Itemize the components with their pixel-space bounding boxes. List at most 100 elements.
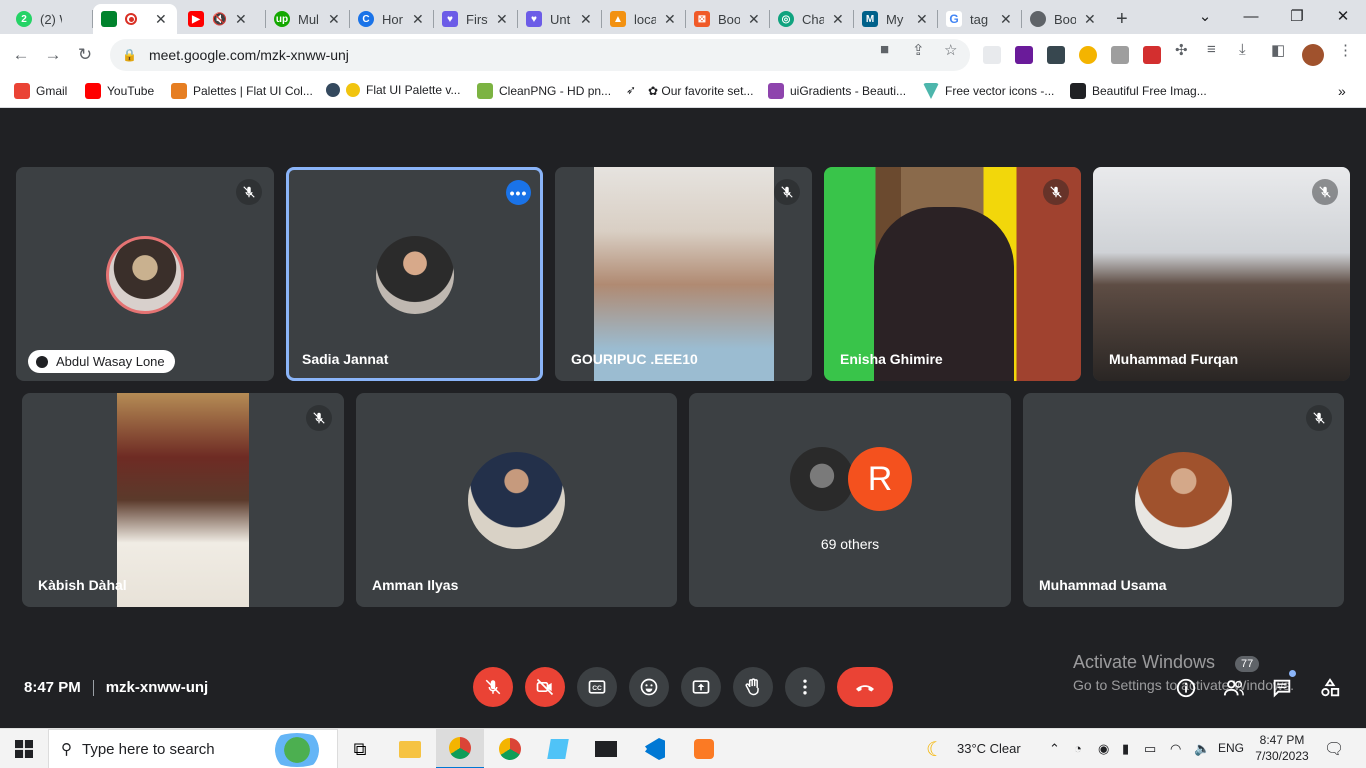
bookmark-cleanpng[interactable]: CleanPNG - HD pn... — [477, 83, 611, 99]
download-icon[interactable]: ⤓ — [1239, 41, 1246, 58]
close-tab-icon[interactable]: ✕ — [1000, 11, 1012, 28]
participant-tile-gouripuc[interactable]: GOURIPUC .EEE10 — [555, 167, 812, 381]
tab-boo-2[interactable]: Boo ✕ — [1022, 4, 1106, 34]
tab-unt[interactable]: ♥ Unt ✕ — [518, 4, 602, 34]
bookmark-flat-ui-palette[interactable]: Flat UI Palette v... — [326, 83, 460, 97]
participant-tile-others[interactable]: R 69 others — [689, 393, 1011, 607]
volume-icon[interactable]: 🔈 — [1194, 741, 1210, 757]
close-tab-icon[interactable]: ✕ — [748, 11, 760, 28]
file-explorer-button[interactable] — [386, 729, 434, 768]
profile-avatar[interactable] — [1302, 44, 1324, 66]
microphone-in-use-icon[interactable]: ▮ — [1122, 741, 1129, 757]
close-window-button[interactable]: ✕ — [1320, 0, 1366, 32]
start-button[interactable] — [0, 729, 48, 768]
camera-in-use-icon[interactable]: ■ — [880, 41, 889, 58]
chrome-profile-taskbar-button[interactable] — [486, 729, 534, 768]
participant-tile-muhammad-usama[interactable]: Muhammad Usama — [1023, 393, 1344, 607]
back-button[interactable]: ← — [8, 42, 34, 68]
side-panel-icon[interactable]: ◧ — [1271, 41, 1285, 59]
leave-call-button[interactable] — [837, 667, 893, 707]
address-bar[interactable]: 🔒 meet.google.com/mzk-xnww-unj — [110, 39, 970, 71]
captions-button[interactable]: CC — [577, 667, 617, 707]
close-tab-icon[interactable]: ✕ — [155, 11, 167, 28]
notifications-icon[interactable]: 🗨 — [1324, 739, 1344, 759]
media-control-icon[interactable]: ≡ — [1207, 41, 1216, 58]
kebab-menu-icon[interactable]: ⋮ — [1338, 41, 1353, 59]
tab-whatsapp[interactable]: 2 (2) W — [8, 4, 92, 34]
xampp-taskbar-button[interactable] — [680, 729, 728, 768]
chrome-taskbar-button[interactable] — [436, 729, 484, 768]
more-bookmarks-button[interactable]: » — [1338, 83, 1346, 99]
weather-moon-icon[interactable]: ☾ — [926, 737, 944, 762]
participant-tile-abdul-wasay-lone[interactable]: Abdul Wasay Lone — [16, 167, 274, 381]
extension-4-icon[interactable] — [1079, 46, 1097, 64]
participant-tile-amman-ilyas[interactable]: Amman Ilyas — [356, 393, 677, 607]
forward-button[interactable]: → — [40, 42, 66, 68]
more-options-button[interactable] — [785, 667, 825, 707]
tab-mysql[interactable]: M My ✕ — [854, 4, 938, 34]
extension-1-icon[interactable] — [983, 46, 1001, 64]
close-tab-icon[interactable]: ✕ — [235, 11, 247, 28]
participant-tile-enisha-ghimire[interactable]: Enisha Ghimire — [824, 167, 1081, 381]
close-tab-icon[interactable]: ✕ — [916, 11, 928, 28]
bookmark-free-vector-icons[interactable]: Free vector icons -... — [923, 83, 1054, 99]
show-hidden-icons-button[interactable]: ⌃ — [1049, 741, 1060, 757]
taskbar-clock[interactable]: 8:47 PM 7/30/2023 — [1250, 732, 1314, 764]
close-tab-icon[interactable]: ✕ — [496, 11, 508, 28]
speaker-muted-icon[interactable]: 🔇 — [212, 12, 227, 26]
puzzle-extensions-icon[interactable]: ✣ — [1175, 41, 1188, 59]
bookmark-beautiful-free-images[interactable]: Beautiful Free Imag... — [1070, 83, 1207, 99]
notepad-taskbar-button[interactable] — [534, 729, 582, 768]
camera-in-use-icon[interactable]: ◉ — [1098, 741, 1109, 757]
vscode-taskbar-button[interactable] — [631, 729, 679, 768]
tab-hor[interactable]: C Hor ✕ — [350, 4, 434, 34]
bookmark-favorite-set[interactable]: ➶ ✿ Our favorite set... — [626, 83, 753, 99]
url-text[interactable]: meet.google.com/mzk-xnww-unj — [149, 47, 349, 63]
tab-boo-1[interactable]: ⊠ Boo ✕ — [686, 4, 770, 34]
raise-hand-button[interactable] — [733, 667, 773, 707]
close-tab-icon[interactable]: ✕ — [832, 11, 844, 28]
weather-text[interactable]: 33°C Clear — [957, 741, 1021, 756]
shield-extension-icon[interactable] — [1111, 46, 1129, 64]
restore-button[interactable]: ❐ — [1274, 0, 1320, 32]
extension-6-icon[interactable] — [1143, 46, 1161, 64]
participant-tile-kabish-dahal[interactable]: Kàbish Dàhal — [22, 393, 344, 607]
present-screen-button[interactable] — [681, 667, 721, 707]
language-indicator[interactable]: ENG — [1218, 741, 1244, 755]
more-options-icon[interactable]: ••• — [506, 180, 531, 205]
bookmark-flat-ui-colors[interactable]: Palettes | Flat UI Col... — [171, 83, 313, 99]
taskbar-search[interactable]: ⚲ Type here to search — [48, 729, 338, 768]
participant-tile-sadia-jannat[interactable]: ••• Sadia Jannat — [286, 167, 543, 381]
task-view-button[interactable]: ⧉ — [336, 729, 384, 768]
reactions-button[interactable] — [629, 667, 669, 707]
close-tab-icon[interactable]: ✕ — [412, 11, 424, 28]
camera-toggle-button[interactable] — [525, 667, 565, 707]
tab-upwork[interactable]: up Mul ✕ — [266, 4, 350, 34]
microphone-toggle-button[interactable] — [473, 667, 513, 707]
close-tab-icon[interactable]: ✕ — [1084, 11, 1096, 28]
color-picker-extension-icon[interactable] — [1047, 46, 1065, 64]
network-icon[interactable]: ◔ — [1074, 741, 1082, 756]
minimize-button[interactable]: — — [1228, 0, 1274, 32]
bookmark-star-icon[interactable]: ☆ — [944, 41, 957, 59]
share-icon[interactable]: ⇪ — [912, 41, 925, 59]
tab-google-meet[interactable]: ✕ — [93, 4, 177, 34]
tab-google-search[interactable]: G tag ✕ — [938, 4, 1022, 34]
extension-2-icon[interactable] — [1015, 46, 1033, 64]
new-tab-button[interactable]: + — [1108, 4, 1132, 34]
tab-first[interactable]: ♥ First ✕ — [434, 4, 518, 34]
bookmark-youtube[interactable]: YouTube — [85, 83, 154, 99]
tab-search-button[interactable]: ⌄ — [1182, 0, 1228, 32]
close-tab-icon[interactable]: ✕ — [328, 11, 340, 28]
tab-youtube[interactable]: ▶ 🔇 ✕ — [180, 4, 264, 34]
close-tab-icon[interactable]: ✕ — [664, 11, 676, 28]
close-tab-icon[interactable]: ✕ — [580, 11, 592, 28]
participant-tile-muhammad-furqan[interactable]: Muhammad Furqan — [1093, 167, 1350, 381]
bookmark-gmail[interactable]: Gmail — [14, 83, 67, 99]
tab-chatgpt[interactable]: ◎ Cha ✕ — [770, 4, 854, 34]
bookmark-uigradients[interactable]: uiGradients - Beauti... — [768, 83, 906, 99]
activities-button[interactable] — [1318, 676, 1342, 700]
reload-button[interactable]: ↻ — [72, 42, 98, 68]
lock-icon[interactable]: 🔒 — [122, 48, 137, 62]
terminal-taskbar-button[interactable] — [582, 729, 630, 768]
